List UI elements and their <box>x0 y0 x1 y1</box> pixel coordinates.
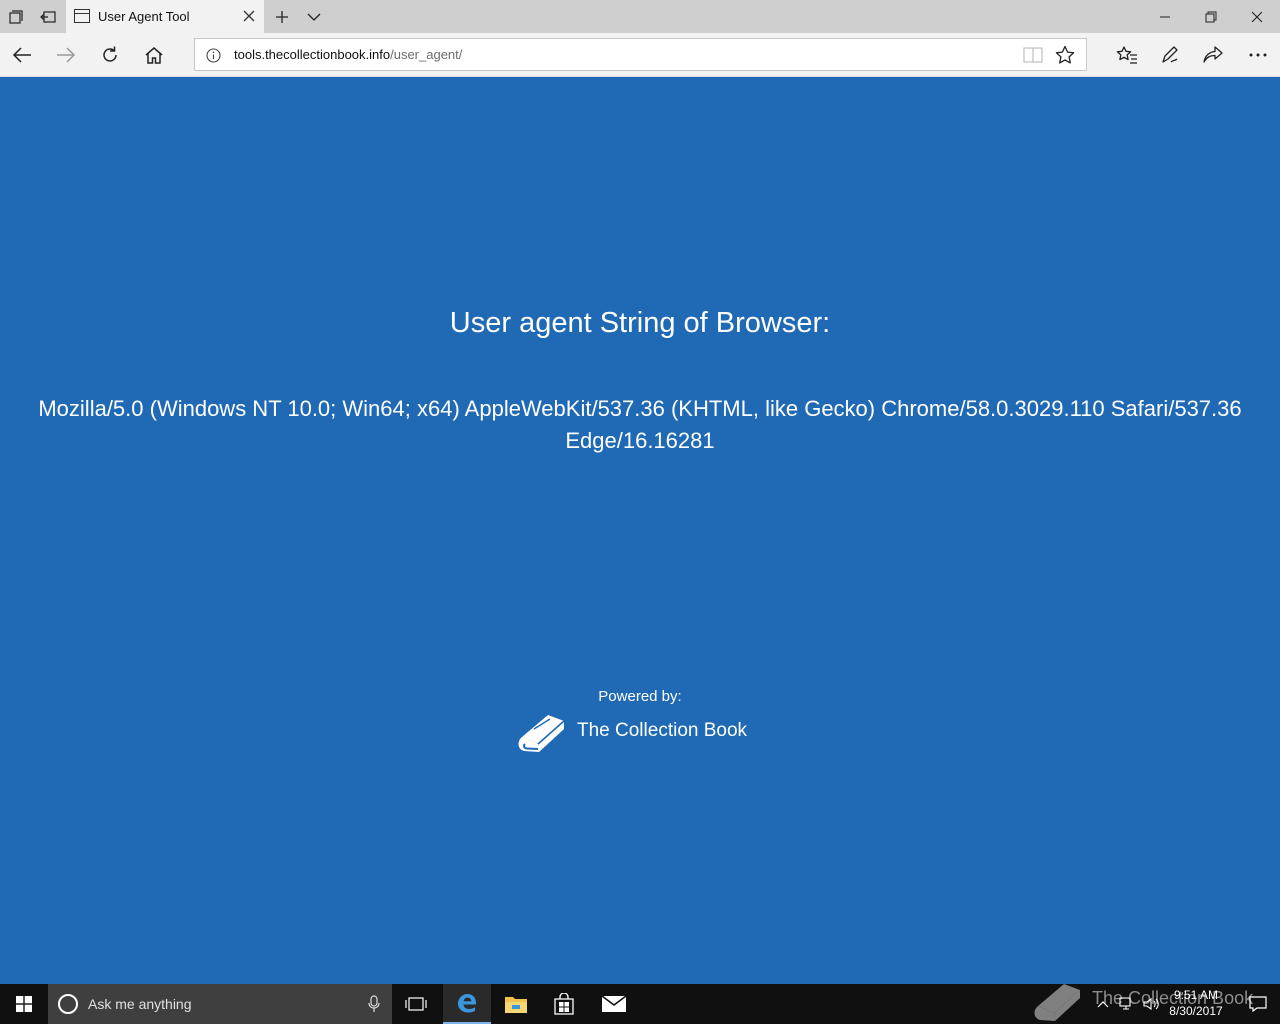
tab-user-agent-tool[interactable]: User Agent Tool <box>66 0 264 33</box>
chevron-up-icon[interactable] <box>1094 995 1112 1013</box>
user-agent-string: Mozilla/5.0 (Windows NT 10.0; Win64; x64… <box>38 396 1242 453</box>
system-clock[interactable]: 9:51 AM 8/30/2017 <box>1160 987 1232 1019</box>
system-tray <box>1094 984 1160 1024</box>
powered-by-label: Powered by: <box>598 688 682 705</box>
network-icon[interactable] <box>1118 995 1136 1013</box>
notification-icon <box>1249 996 1267 1012</box>
taskbar-store[interactable] <box>540 984 588 1024</box>
refresh-button[interactable] <box>88 33 132 77</box>
book-watermark-icon <box>1034 984 1080 1021</box>
forward-button[interactable] <box>44 33 88 77</box>
navigation-bar: tools.thecollectionbook.info/user_agent/ <box>0 33 1280 77</box>
info-icon[interactable] <box>205 47 221 63</box>
edge-icon <box>458 994 476 1013</box>
book-logo-icon <box>518 715 565 752</box>
plus-icon[interactable] <box>266 0 298 33</box>
microphone-icon[interactable] <box>364 994 384 1014</box>
task-view-icon <box>405 997 427 1011</box>
forward-arrow-icon <box>57 47 76 63</box>
page-heading: User agent String of Browser: <box>449 307 831 339</box>
share-icon <box>1203 46 1223 63</box>
page-content: User agent String of Browser: Mozilla/5.… <box>0 77 1280 984</box>
minimize-button[interactable] <box>1142 0 1188 33</box>
taskbar-edge[interactable] <box>443 984 491 1024</box>
set-aside-tabs-icon[interactable] <box>32 0 64 33</box>
clock-date: 8/30/2017 <box>1169 1004 1223 1018</box>
start-button[interactable] <box>0 984 48 1024</box>
chevron-down-icon[interactable] <box>298 0 330 33</box>
store-icon <box>554 993 574 1015</box>
cortana-icon <box>58 994 78 1014</box>
reading-view-icon[interactable] <box>1017 39 1049 70</box>
clock-time: 9:51 AM <box>1173 988 1219 1002</box>
url-text[interactable]: tools.thecollectionbook.info/user_agent/ <box>234 47 462 62</box>
brand-link[interactable]: The Collection Book <box>514 707 747 755</box>
search-placeholder: Ask me anything <box>88 996 192 1012</box>
restore-button[interactable] <box>1188 0 1234 33</box>
share-button[interactable] <box>1191 33 1235 77</box>
title-bar: User Agent Tool <box>0 0 1280 33</box>
more-icon <box>1249 53 1267 57</box>
address-bar[interactable]: tools.thecollectionbook.info/user_agent/ <box>194 38 1087 71</box>
tab-manager-icon[interactable] <box>0 0 32 33</box>
page-favicon-icon <box>74 9 90 23</box>
url-path: /user_agent/ <box>390 47 463 62</box>
web-note-button[interactable] <box>1148 33 1192 77</box>
tab-title: User Agent Tool <box>98 9 190 24</box>
star-icon[interactable] <box>1049 39 1081 70</box>
taskbar: Ask me anything The Collection Book 9:51… <box>0 984 1280 1024</box>
taskbar-search-box[interactable]: Ask me anything <box>48 984 392 1024</box>
home-icon <box>145 47 163 64</box>
taskbar-mail[interactable] <box>590 984 638 1024</box>
task-view-button[interactable] <box>394 984 438 1024</box>
url-domain: tools.thecollectionbook.info <box>234 47 391 62</box>
taskbar-file-explorer[interactable] <box>492 984 540 1024</box>
action-center-button[interactable] <box>1236 984 1280 1024</box>
mail-icon <box>601 995 627 1012</box>
brand-name[interactable]: The Collection Book <box>577 720 747 742</box>
home-button[interactable] <box>132 33 176 77</box>
volume-icon[interactable] <box>1142 995 1160 1013</box>
pen-icon <box>1162 46 1178 63</box>
windows-logo-icon <box>16 996 32 1012</box>
folder-icon <box>505 997 527 1013</box>
favorites-hub-icon <box>1116 46 1137 64</box>
back-arrow-icon <box>12 47 31 63</box>
more-button[interactable] <box>1236 33 1280 77</box>
favorites-hub-button[interactable] <box>1105 33 1149 77</box>
refresh-icon <box>103 46 117 62</box>
close-icon[interactable] <box>240 7 258 25</box>
window-close-button[interactable] <box>1234 0 1280 33</box>
back-button[interactable] <box>0 33 44 77</box>
